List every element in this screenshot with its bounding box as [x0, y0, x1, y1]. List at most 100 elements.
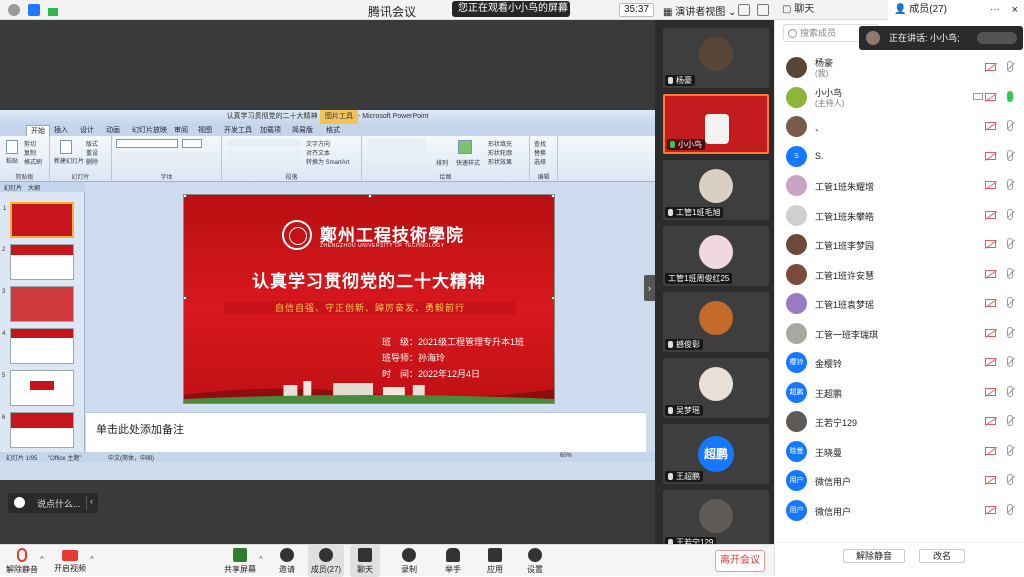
quick-styles-icon[interactable]	[458, 140, 472, 154]
ribbon-tab-format[interactable]: 格式	[326, 125, 340, 135]
align-text-label[interactable]: 对齐文本	[306, 148, 330, 157]
member-row[interactable]: 工管1班许安慧	[775, 260, 1024, 289]
video-off-icon[interactable]	[985, 328, 996, 337]
ribbon-tab-simple[interactable]: 简易版	[292, 125, 313, 135]
expand-gallery-button[interactable]: ›	[644, 275, 655, 301]
copy-label[interactable]: 复制	[24, 148, 36, 157]
slide-edit-area[interactable]: 鄭州工程技術學院 ZHENGZHOU UNIVERSITY OF TECHNOL…	[86, 182, 646, 412]
video-tile[interactable]: 王若宁129	[663, 490, 769, 550]
close-icon[interactable]: ×	[1012, 0, 1018, 20]
video-off-icon[interactable]	[985, 505, 996, 514]
chat-input-bar[interactable]: 说点什么... ‹	[8, 493, 98, 513]
member-row[interactable]: 、	[775, 112, 1024, 141]
video-off-icon[interactable]	[985, 240, 996, 248]
resize-handle[interactable]	[551, 195, 554, 198]
ribbon-tab-review[interactable]: 审阅	[174, 125, 188, 135]
members-button[interactable]: 成员(27)	[308, 545, 344, 577]
mic-off-icon[interactable]	[1007, 326, 1013, 338]
tab-slides[interactable]: 幻灯片	[4, 183, 22, 192]
signal-icon[interactable]	[48, 8, 58, 16]
mic-off-icon[interactable]	[1007, 444, 1013, 456]
video-off-icon[interactable]	[985, 417, 996, 425]
video-off-icon[interactable]	[985, 299, 996, 307]
share-screen-button[interactable]: 共享屏幕	[224, 545, 256, 577]
cut-label[interactable]: 剪切	[24, 139, 36, 148]
paste-label[interactable]: 粘贴	[6, 156, 18, 165]
font-format-row[interactable]	[116, 152, 216, 160]
member-row[interactable]: 樱铃 金樱铃	[775, 348, 1024, 377]
align-buttons[interactable]	[228, 151, 300, 159]
member-row[interactable]: 杨豪 (我)	[775, 53, 1024, 82]
video-tile[interactable]: 工管1班毛旭	[663, 160, 769, 220]
video-off-icon[interactable]	[985, 151, 996, 160]
chevron-up-icon[interactable]: ^	[40, 555, 44, 564]
chevron-left-icon[interactable]: ‹	[86, 496, 98, 510]
zoom-level[interactable]: 60%	[560, 453, 572, 459]
replace-label[interactable]: 替换	[534, 148, 546, 157]
ribbon-tab-design[interactable]: 设计	[80, 125, 94, 135]
font-name-dropdown[interactable]	[116, 139, 178, 148]
arrange-label[interactable]: 排列	[436, 158, 448, 167]
raise-hand-button[interactable]: 举手	[438, 545, 468, 577]
ribbon-tab-animation[interactable]: 动画	[106, 125, 120, 135]
resize-handle[interactable]	[184, 296, 187, 300]
mic-off-icon[interactable]	[1007, 179, 1013, 190]
video-off-icon[interactable]	[985, 63, 996, 71]
mic-off-icon[interactable]	[1007, 385, 1013, 397]
apps-button[interactable]: 应用	[480, 545, 510, 577]
new-slide-label[interactable]: 新建幻灯片	[54, 156, 84, 165]
record-button[interactable]: 录制	[394, 545, 424, 577]
mic-off-icon[interactable]	[1007, 238, 1013, 249]
new-slide-icon[interactable]	[60, 140, 72, 154]
ribbon-tab-addins[interactable]: 加载项	[260, 125, 281, 135]
layout-label[interactable]: 版式	[86, 139, 98, 148]
more-options-icon[interactable]: ···	[990, 0, 1000, 20]
slide-thumbnail[interactable]: 3	[2, 286, 74, 322]
mic-off-icon[interactable]	[1007, 356, 1013, 367]
member-row[interactable]: 用户 微信用户	[775, 496, 1024, 525]
screen-share-notice[interactable]: 您正在观看小小鸟的屏幕 ⋮	[452, 1, 570, 17]
mic-off-icon[interactable]	[1007, 120, 1013, 131]
tab-members[interactable]: 👤 成员(27) ··· ×	[888, 0, 1024, 20]
member-row[interactable]: 用户 微信用户	[775, 466, 1024, 495]
member-row[interactable]: 超鹏 王超鹏	[775, 378, 1024, 407]
video-off-icon[interactable]	[985, 446, 996, 455]
tab-outline[interactable]: 大纲	[28, 183, 40, 192]
mic-off-icon[interactable]	[1007, 208, 1013, 220]
delete-label[interactable]: 删除	[86, 157, 98, 166]
video-off-icon[interactable]	[985, 387, 996, 396]
slide-thumbnail[interactable]: 1	[3, 202, 74, 238]
shapes-gallery[interactable]	[368, 139, 426, 163]
list-buttons[interactable]	[228, 139, 300, 147]
ribbon-tab-insert[interactable]: 插入	[54, 125, 68, 135]
chevron-up-icon[interactable]: ^	[90, 555, 94, 564]
member-row[interactable]: 工管1班朱耀增	[775, 171, 1024, 200]
tab-chat[interactable]: ▢ 聊天	[774, 0, 888, 20]
ribbon-tab-slideshow[interactable]: 幻灯片放映	[132, 125, 167, 135]
mic-on-icon[interactable]	[1007, 90, 1013, 102]
video-tile[interactable]: 杨豪	[663, 28, 769, 88]
invite-button[interactable]: 邀请	[272, 545, 302, 577]
ribbon-tab-developer[interactable]: 开发工具	[224, 125, 252, 135]
fullscreen-icon[interactable]	[738, 4, 750, 16]
shape-fill-label[interactable]: 形状填充	[488, 139, 512, 148]
slide-thumbnail[interactable]: 4	[2, 328, 74, 364]
mic-off-icon[interactable]	[1007, 61, 1013, 72]
member-row[interactable]: 晓曼 王晓曼	[775, 437, 1024, 466]
mic-off-icon[interactable]	[1007, 297, 1013, 308]
video-off-icon[interactable]	[985, 210, 996, 219]
slide-thumbnail[interactable]: 6	[2, 412, 74, 448]
mic-off-icon[interactable]	[1007, 503, 1013, 515]
video-off-icon[interactable]	[985, 269, 996, 278]
video-off-icon[interactable]	[985, 122, 996, 130]
member-row[interactable]: S S.	[775, 142, 1024, 171]
chat-button[interactable]: 聊天	[350, 545, 380, 577]
resize-handle[interactable]	[184, 195, 187, 198]
leave-meeting-button[interactable]: 离开会议	[715, 550, 765, 572]
more-dots-icon[interactable]: ⋮	[555, 1, 565, 17]
format-painter-label[interactable]: 格式刷	[24, 157, 42, 166]
select-label[interactable]: 选择	[534, 157, 546, 166]
member-row[interactable]: 小小鸟 (主持人)	[775, 83, 1024, 112]
video-tile[interactable]: 超鹏 王超鹏	[663, 424, 769, 484]
quick-styles-label[interactable]: 快速样式	[456, 158, 480, 167]
